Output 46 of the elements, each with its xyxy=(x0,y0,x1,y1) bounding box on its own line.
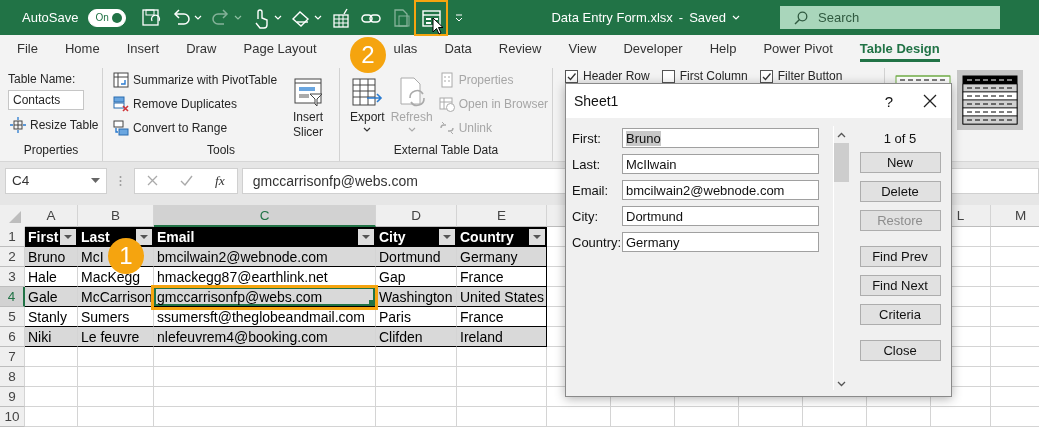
table-cell: Germany xyxy=(457,247,547,267)
table-cell: Clifden xyxy=(376,327,457,347)
header-cell: City xyxy=(376,227,457,247)
field-label: Email: xyxy=(572,182,610,198)
table-cell: bmcilwain2@webnode.com xyxy=(154,247,376,267)
table-cell: MacKegg xyxy=(78,267,154,287)
table-cell: gmccarrisonfp@webs.com xyxy=(154,287,376,307)
field-label: Last: xyxy=(572,156,602,172)
document-title: Data Entry Form.xlsx xyxy=(551,10,673,25)
header-cell: First xyxy=(25,227,78,247)
table-cell: Bruno xyxy=(25,247,78,267)
field-label: First: xyxy=(572,130,602,146)
table-cell: France xyxy=(457,307,547,327)
field-label: Table Name: xyxy=(8,71,77,88)
record-counter: 1 of 5 xyxy=(883,131,917,146)
checkbox-label: Header Row xyxy=(583,69,650,83)
title-separator: - xyxy=(678,10,684,25)
autosave-label: AutoSave xyxy=(22,10,79,25)
group-label: External Table Data xyxy=(392,143,500,159)
table-cell: Ireland xyxy=(457,327,547,347)
table-cell: nlefeuvrem4@booking.com xyxy=(154,327,376,347)
dialog-title: Sheet1 xyxy=(574,93,620,109)
table-cell: United States xyxy=(457,287,547,307)
group-label: Properties xyxy=(22,143,80,159)
table-cell: Sumers xyxy=(78,307,154,327)
table-cell: Washington xyxy=(376,287,457,307)
header-cell: Email xyxy=(154,227,376,247)
field-label: City: xyxy=(572,208,599,224)
field-label: Country: xyxy=(572,234,622,250)
table-cell: Le feuvre xyxy=(78,327,154,347)
table-cell: hmackegg87@earthlink.net xyxy=(154,267,376,287)
table-cell: Niki xyxy=(25,327,78,347)
table-cell: Dortmund xyxy=(376,247,457,267)
checkbox-label: First Column xyxy=(679,69,748,83)
checkbox-label: Filter Button xyxy=(777,69,843,83)
table-cell: France xyxy=(457,267,547,287)
save-status: Saved xyxy=(689,10,726,25)
table-cell: Stanly xyxy=(25,307,78,327)
table-cell: Paris xyxy=(376,307,457,327)
table-cell: Gale xyxy=(25,287,78,307)
table-cell: Gap xyxy=(376,267,457,287)
selected-text: Bruno xyxy=(626,130,661,146)
table-cell: McCarrison xyxy=(78,287,154,307)
group-label: Tools xyxy=(206,143,236,159)
table-cell: Hale xyxy=(25,267,78,287)
header-cell: Country xyxy=(457,227,547,247)
